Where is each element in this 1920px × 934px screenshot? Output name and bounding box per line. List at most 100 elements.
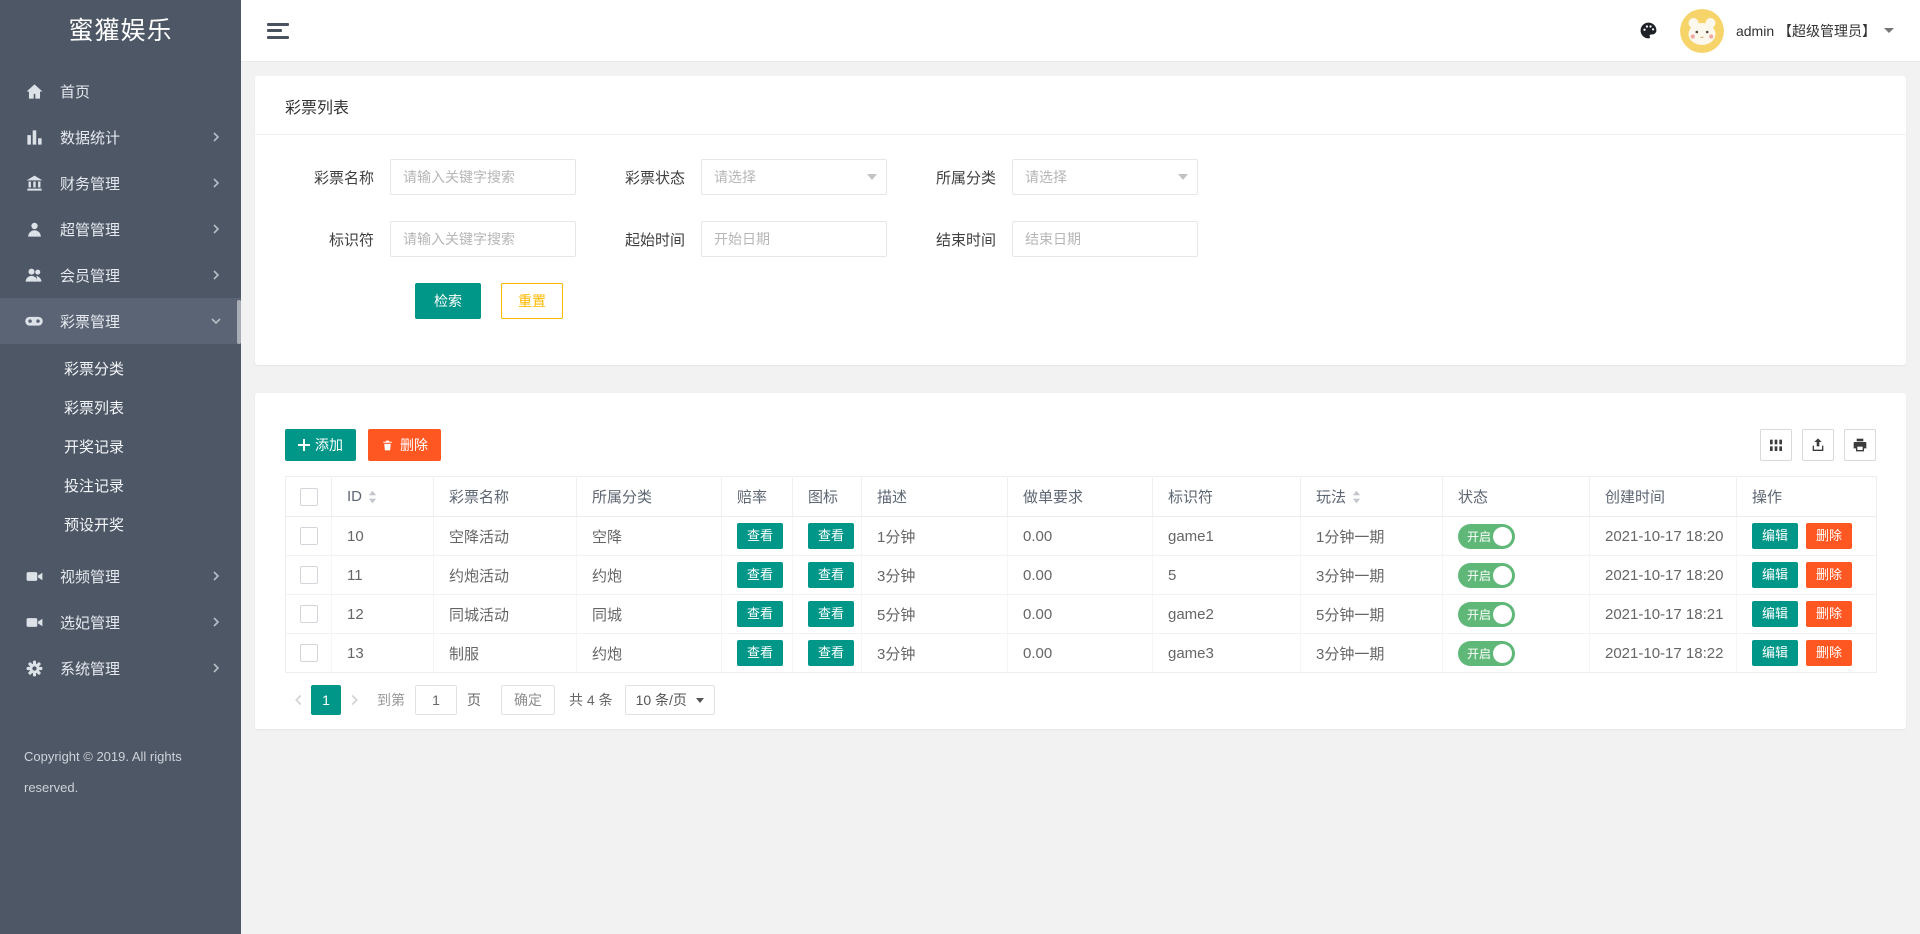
sort-icon[interactable] [368,490,377,504]
search-card: 彩票列表 彩票名称 彩票状态 所属分类 [255,76,1906,365]
status-toggle[interactable]: 开启 [1458,640,1515,666]
caret-down-icon [1884,28,1894,33]
sidebar-scrollbar[interactable] [237,300,241,344]
row-delete-button[interactable]: 删除 [1806,523,1853,549]
per-page-select[interactable]: 10 条/页 [624,685,715,715]
row-delete-button[interactable]: 删除 [1806,640,1853,666]
category-label: 所属分类 [935,169,996,187]
trash-icon [383,440,392,450]
category-select[interactable] [1012,159,1198,195]
row-delete-button[interactable]: 删除 [1806,601,1853,627]
goto-page-input[interactable] [415,685,457,715]
search-form: 彩票名称 彩票状态 所属分类 [255,135,1906,365]
row-checkbox[interactable] [299,566,318,585]
sidebar-item-label: 会员管理 [60,267,121,285]
view-icon-button[interactable]: 查看 [808,523,855,549]
chevron-right-icon [211,224,221,234]
print-button[interactable] [1844,429,1876,461]
col-id: ID [347,488,362,505]
sidebar-item-stats[interactable]: 数据统计 [0,114,241,160]
sidebar-item-home[interactable]: 首页 [0,68,241,114]
view-odds-button[interactable]: 查看 [737,562,784,588]
edit-button[interactable]: 编辑 [1752,562,1799,588]
pagination: 1 到第 页 确定 共 4 条 10 条/页 [285,685,1876,715]
row-checkbox[interactable] [299,605,318,624]
prev-page-icon[interactable] [285,685,311,715]
sidebar-subitem-preset-draw[interactable]: 预设开奖 [0,506,241,545]
view-odds-button[interactable]: 查看 [737,640,784,666]
export-button[interactable] [1802,429,1834,461]
select-all-checkbox[interactable] [299,487,318,506]
filter-columns-button[interactable] [1760,429,1792,461]
sidebar-subitem-lottery-category[interactable]: 彩票分类 [0,350,241,389]
sidebar-subitem-draw-records[interactable]: 开奖记录 [0,428,241,467]
sidebar-item-label: 视频管理 [60,568,121,586]
view-odds-button[interactable]: 查看 [737,523,784,549]
edit-button[interactable]: 编辑 [1752,640,1799,666]
reset-button[interactable]: 重置 [501,283,563,319]
lottery-status-select[interactable] [701,159,887,195]
col-odds: 赔率 [721,476,793,517]
sidebar-item-system[interactable]: 系统管理 [0,645,241,691]
row-checkbox[interactable] [299,644,318,663]
view-icon-button[interactable]: 查看 [808,562,855,588]
sidebar-item-label: 超管管理 [60,221,121,239]
sidebar-item-concubine[interactable]: 选妃管理 [0,599,241,645]
caret-down-icon [695,697,704,703]
lottery-name-input[interactable] [390,159,576,195]
chevron-right-icon [211,663,221,673]
menu-toggle-icon[interactable] [267,22,289,39]
toggle-knob-icon [1493,565,1512,585]
lottery-table: ID 彩票名称 所属分类 赔率 图标 描述 做单要求 标识符 玩法 状态 创建时… [285,476,1877,673]
end-date-input[interactable] [1012,221,1198,257]
col-identifier: 标识符 [1152,476,1301,517]
col-name: 彩票名称 [433,476,577,517]
sidebar-item-superadmin[interactable]: 超管管理 [0,206,241,252]
sidebar-item-label: 财务管理 [60,175,121,193]
table-row: 13 制服 约炮 查看 查看 3分钟 0.00 game3 3分钟一期 开启 2… [285,633,1877,673]
bank-icon [24,173,44,193]
sort-icon[interactable] [1352,490,1361,504]
delete-button[interactable]: 删除 [368,429,441,461]
sidebar-item-finance[interactable]: 财务管理 [0,160,241,206]
chevron-right-icon [211,571,221,581]
view-odds-button[interactable]: 查看 [737,601,784,627]
chevron-right-icon [211,132,221,142]
sidebar-subitem-bet-records[interactable]: 投注记录 [0,467,241,506]
sidebar-subitem-lottery-list[interactable]: 彩票列表 [0,389,241,428]
add-button[interactable]: 添加 [285,429,356,461]
identifier-input[interactable] [390,221,576,257]
page-number-active[interactable]: 1 [311,685,341,715]
next-page-icon[interactable] [341,685,367,715]
copyright-text: Copyright © 2019. All rights reserved. [24,749,182,795]
status-toggle[interactable]: 开启 [1458,523,1515,549]
sidebar-item-members[interactable]: 会员管理 [0,252,241,298]
palette-icon[interactable] [1639,21,1658,40]
view-icon-button[interactable]: 查看 [808,601,855,627]
sidebar-item-lottery[interactable]: 彩票管理 [0,298,241,344]
row-checkbox[interactable] [299,527,318,546]
row-delete-button[interactable]: 删除 [1806,562,1853,588]
search-button[interactable]: 检索 [415,283,481,319]
table-header-row: ID 彩票名称 所属分类 赔率 图标 描述 做单要求 标识符 玩法 状态 创建时… [285,476,1877,517]
status-toggle[interactable]: 开启 [1458,601,1515,627]
edit-button[interactable]: 编辑 [1752,601,1799,627]
status-toggle[interactable]: 开启 [1458,562,1515,588]
view-icon-button[interactable]: 查看 [808,640,855,666]
sidebar-item-label: 选妃管理 [60,614,121,632]
user-name: admin 【超级管理员】 [1735,22,1876,39]
gamepad-icon [24,311,44,331]
goto-label: 到第 [377,692,405,708]
chevron-right-icon [211,270,221,280]
video-camera-icon [24,566,44,586]
start-date-input[interactable] [701,221,887,257]
sidebar-item-label: 首页 [60,83,91,101]
goto-confirm-button[interactable]: 确定 [501,685,555,715]
edit-button[interactable]: 编辑 [1752,523,1799,549]
user-menu[interactable]: admin 【超级管理员】 [1736,21,1894,41]
lottery-submenu: 彩票分类 彩票列表 开奖记录 投注记录 预设开奖 [0,344,241,553]
sidebar-item-video[interactable]: 视频管理 [0,553,241,599]
avatar[interactable] [1679,8,1724,53]
chevron-right-icon [211,617,221,627]
users-icon [24,265,44,285]
